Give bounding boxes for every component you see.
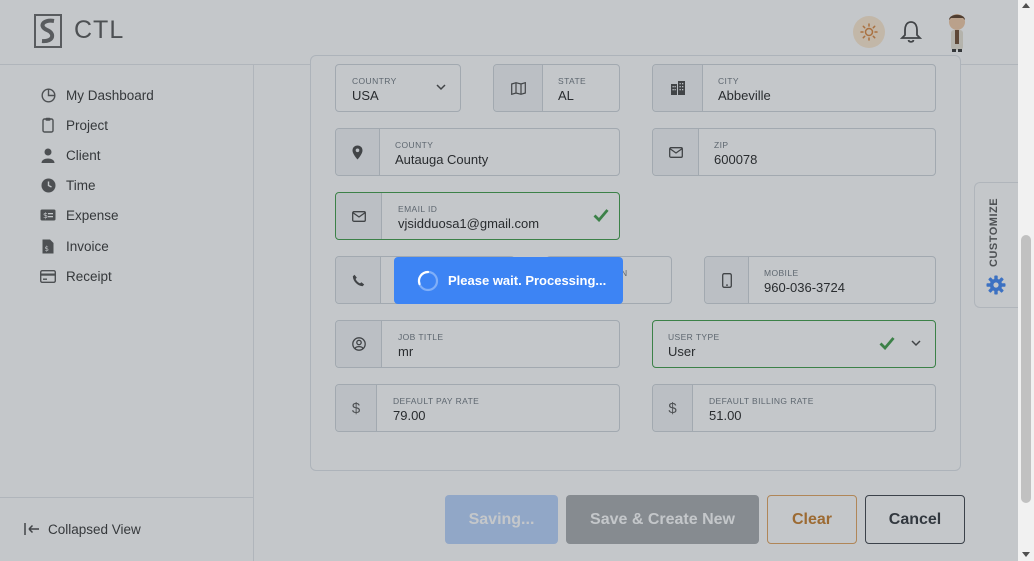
processing-toast: Please wait. Processing...: [394, 257, 623, 304]
spinner-icon: [417, 270, 439, 291]
page-scrollbar[interactable]: [1018, 0, 1034, 561]
processing-message: Please wait. Processing...: [448, 273, 607, 288]
scroll-down-arrow-icon[interactable]: [1022, 552, 1030, 557]
scroll-thumb[interactable]: [1021, 235, 1031, 503]
scroll-up-arrow-icon[interactable]: [1022, 3, 1030, 8]
